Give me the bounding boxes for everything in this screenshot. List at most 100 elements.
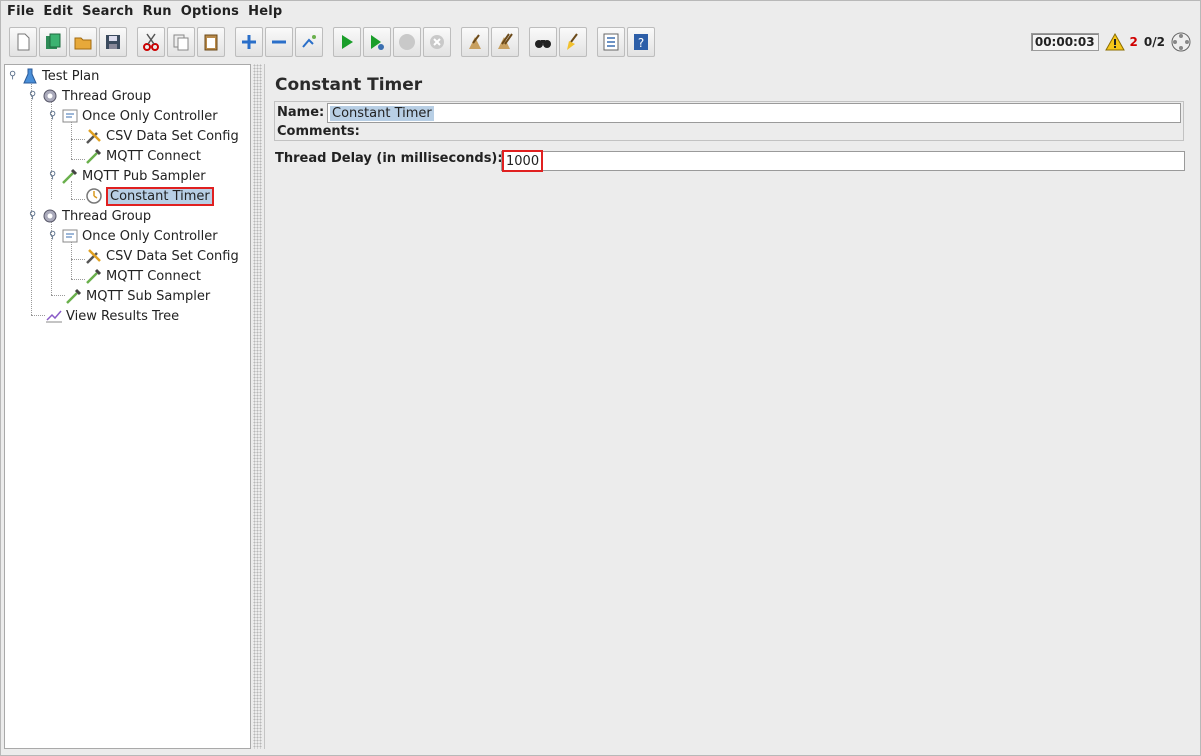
name-comments-group: Name: Constant Timer Comments: [274, 101, 1184, 141]
status-area: 00:00:03 2 0/2 [1030, 29, 1192, 55]
panel-splitter[interactable] [253, 64, 262, 749]
new-icon [17, 33, 30, 51]
tree-node-label: Thread Group [62, 88, 152, 104]
stop-icon [399, 34, 415, 50]
expand-toggle-icon[interactable]: ⚲ [29, 211, 39, 221]
name-field[interactable]: Constant Timer [327, 103, 1181, 123]
clear-all-icon [498, 33, 513, 49]
menu-edit[interactable]: Edit [43, 4, 73, 19]
templates-icon [46, 33, 61, 49]
controller-icon [61, 107, 79, 125]
tree-node-label: MQTT Connect [106, 148, 201, 164]
tree-node-mqtt-sub-sampler[interactable]: MQTT Sub Sampler [65, 286, 210, 306]
save-button[interactable] [99, 27, 127, 57]
start-button[interactable] [333, 27, 361, 57]
broom-icon [567, 33, 578, 50]
warning-count[interactable]: 2 [1130, 35, 1138, 49]
reset-search-button[interactable] [559, 27, 587, 57]
collapse-button[interactable] [265, 27, 293, 57]
tree-node-constant-timer[interactable]: Constant Timer [85, 186, 214, 206]
function-helper-button[interactable] [597, 27, 625, 57]
tree-node-mqtt-connect[interactable]: MQTT Connect [85, 266, 201, 286]
shutdown-icon [430, 35, 444, 49]
expand-toggle-icon[interactable]: ⚲ [29, 91, 39, 101]
start-no-pauses-button[interactable] [363, 27, 391, 57]
thread-delay-row: Thread Delay (in milliseconds): [275, 151, 503, 166]
expand-toggle-icon[interactable]: ⚲ [49, 231, 59, 241]
clear-icon [469, 34, 481, 49]
expand-toggle-icon[interactable]: ⚲ [49, 111, 59, 121]
thread-count: 0/2 [1143, 35, 1165, 49]
save-icon [106, 35, 120, 49]
start-icon [342, 35, 353, 49]
tree-node-thread-group[interactable]: ⚲ Thread Group [29, 86, 151, 106]
gear-icon [41, 87, 59, 105]
activity-indicator-icon [1170, 31, 1192, 53]
tree-node-once-only-controller[interactable]: ⚲ Once Only Controller [49, 106, 218, 126]
graph-icon [45, 307, 63, 325]
tree-node-mqtt-connect[interactable]: MQTT Connect [85, 146, 201, 166]
templates-button[interactable] [39, 27, 67, 57]
name-label: Name: [277, 105, 325, 120]
copy-button[interactable] [167, 27, 195, 57]
shutdown-button[interactable] [423, 27, 451, 57]
tree-node-csv-data-set-config[interactable]: CSV Data Set Config [85, 126, 239, 146]
pipette-icon [61, 167, 79, 185]
tree-node-test-plan[interactable]: ⚲ Test Plan [9, 66, 99, 86]
tree-node-label: Once Only Controller [82, 108, 218, 124]
tree-node-once-only-controller[interactable]: ⚲ Once Only Controller [49, 226, 218, 246]
pipette-icon [85, 267, 103, 285]
expand-toggle-icon[interactable]: ⚲ [9, 71, 19, 81]
toggle-button[interactable] [295, 27, 323, 57]
search-button[interactable] [529, 27, 557, 57]
tree-node-view-results-tree[interactable]: View Results Tree [45, 306, 179, 326]
wrench-icon [85, 247, 103, 265]
open-icon [74, 37, 92, 50]
tree-node-label: Once Only Controller [82, 228, 218, 244]
menu-file[interactable]: File [7, 4, 34, 19]
menu-options[interactable]: Options [181, 4, 239, 19]
tree-node-label: MQTT Sub Sampler [86, 288, 211, 304]
help-button[interactable]: ? [627, 27, 655, 57]
copy-icon [173, 34, 189, 51]
open-button[interactable] [69, 27, 97, 57]
toolbar: ? 00:00:03 2 0/2 [1, 22, 1198, 62]
thread-delay-value: 1000 [502, 150, 544, 172]
tree-node-label: View Results Tree [66, 308, 180, 324]
comments-row: Comments: [277, 124, 360, 139]
collapse-icon [272, 40, 286, 44]
tree-node-mqtt-pub-sampler[interactable]: ⚲ MQTT Pub Sampler [49, 166, 206, 186]
menu-run[interactable]: Run [143, 4, 172, 19]
controller-icon [61, 227, 79, 245]
paste-button[interactable] [197, 27, 225, 57]
clear-all-button[interactable] [491, 27, 519, 57]
paste-icon [204, 34, 218, 51]
thread-delay-field[interactable]: 1000 [501, 150, 1185, 172]
expand-icon [242, 35, 256, 49]
expand-toggle-icon[interactable]: ⚲ [49, 171, 59, 181]
tree-node-label: MQTT Pub Sampler [82, 168, 206, 184]
tree-node-label: MQTT Connect [106, 268, 201, 284]
elapsed-time: 00:00:03 [1030, 33, 1099, 51]
test-plan-tree[interactable]: ⚲ Test Plan ⚲ Thread Group ⚲ Once Only C… [4, 64, 251, 749]
start-no-pauses-icon [371, 35, 384, 50]
menu-search[interactable]: Search [82, 4, 134, 19]
flask-icon [21, 67, 39, 85]
clear-button[interactable] [461, 27, 489, 57]
cut-button[interactable] [137, 27, 165, 57]
timer-icon [85, 187, 103, 205]
wrench-icon [85, 127, 103, 145]
new-button[interactable] [9, 27, 37, 57]
tree-node-csv-data-set-config[interactable]: CSV Data Set Config [85, 246, 239, 266]
stop-button[interactable] [393, 27, 421, 57]
warning-icon[interactable] [1104, 33, 1125, 51]
tree-node-thread-group[interactable]: ⚲ Thread Group [29, 206, 151, 226]
menu-help[interactable]: Help [248, 4, 282, 19]
binoculars-icon [535, 40, 551, 48]
tree-node-label: Test Plan [42, 68, 100, 84]
gear-icon [41, 207, 59, 225]
pipette-icon [65, 287, 83, 305]
comments-label: Comments: [277, 124, 360, 139]
expand-button[interactable] [235, 27, 263, 57]
cut-icon [143, 33, 159, 51]
